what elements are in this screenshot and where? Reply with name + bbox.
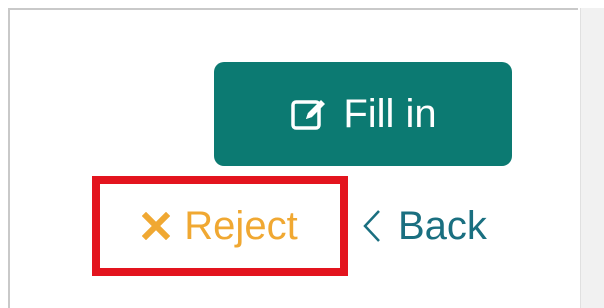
back-label: Back — [398, 204, 487, 248]
scrollbar-track[interactable] — [580, 8, 604, 308]
reject-label: Reject — [184, 204, 298, 248]
edit-icon — [289, 94, 329, 134]
screen: Fill in Reject Back — [0, 0, 604, 308]
fill-in-button[interactable]: Fill in — [214, 62, 512, 166]
close-icon — [142, 211, 171, 241]
fill-in-label: Fill in — [343, 92, 437, 136]
chevron-left-icon — [362, 209, 382, 243]
reject-button[interactable]: Reject — [92, 176, 348, 276]
back-button[interactable]: Back — [356, 176, 526, 276]
